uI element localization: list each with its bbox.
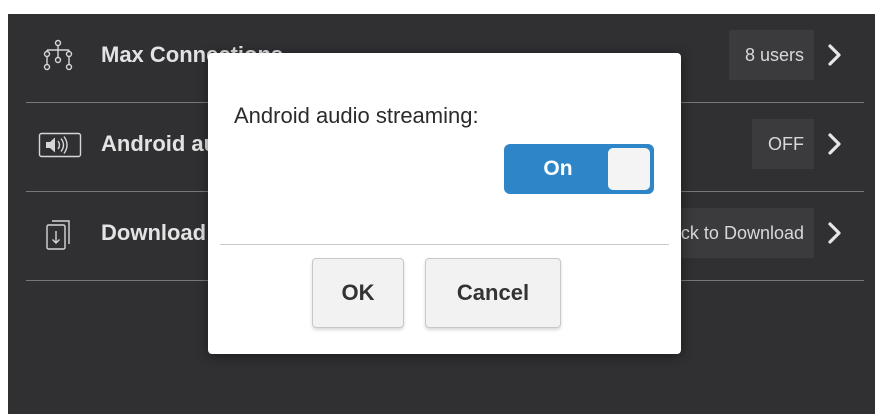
- chevron-right-icon[interactable]: [824, 220, 846, 246]
- download-icon: [40, 216, 76, 252]
- cancel-button[interactable]: Cancel: [425, 258, 561, 328]
- toggle-label: On: [543, 157, 573, 180]
- setting-label: Download: [101, 220, 207, 245]
- chevron-right-icon[interactable]: [824, 42, 846, 68]
- speaker-icon: [38, 127, 82, 163]
- setting-value[interactable]: OFF: [752, 119, 814, 169]
- audio-streaming-toggle[interactable]: On: [504, 144, 654, 194]
- toggle-knob[interactable]: [608, 148, 650, 190]
- network-tree-icon: [40, 38, 76, 74]
- chevron-right-icon[interactable]: [824, 131, 846, 157]
- ok-button[interactable]: OK: [312, 258, 404, 328]
- dialog-divider: [220, 244, 669, 245]
- setting-value[interactable]: 8 users: [728, 30, 814, 80]
- audio-streaming-dialog: Android audio streaming: On OK Cancel: [208, 53, 681, 354]
- dialog-message: Android audio streaming:: [234, 103, 479, 128]
